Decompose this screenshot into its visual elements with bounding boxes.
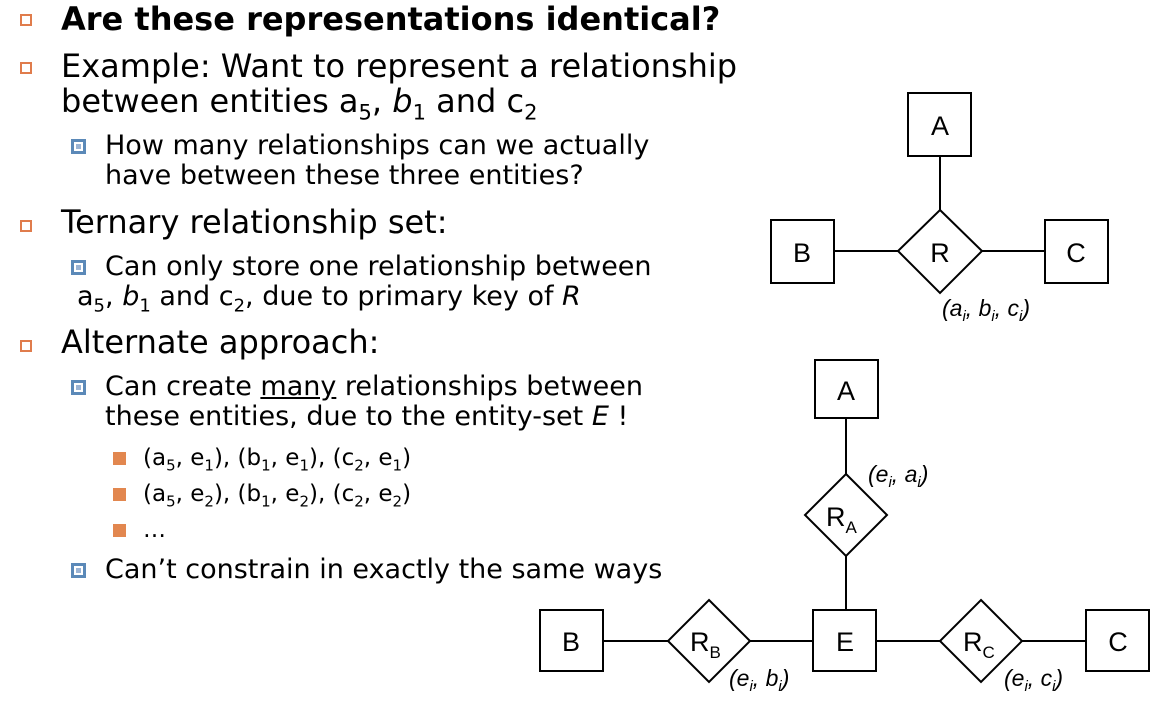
entity-a-label-top: A xyxy=(931,111,949,141)
entity-a-label-bottom: A xyxy=(837,376,855,406)
tuple-label-ea: (ei, ai) xyxy=(868,461,928,491)
relation-r-label: R xyxy=(930,238,950,268)
entity-c-label-top: C xyxy=(1066,238,1086,268)
tuple-label-ec: (ei, ci) xyxy=(1004,665,1063,695)
entity-b-label-bottom: B xyxy=(562,627,580,657)
tuple-label-eb: (ei, bi) xyxy=(729,665,789,695)
er-diagrams: A B C R A B E C RA RB RC (ai, bi, ci) (e… xyxy=(539,92,1150,695)
tuple-label-abc: (ai, bi, ci) xyxy=(942,295,1030,325)
entity-c-label-bottom: C xyxy=(1108,627,1128,657)
entity-e-label: E xyxy=(836,627,854,657)
entity-b-label-top: B xyxy=(793,238,811,268)
